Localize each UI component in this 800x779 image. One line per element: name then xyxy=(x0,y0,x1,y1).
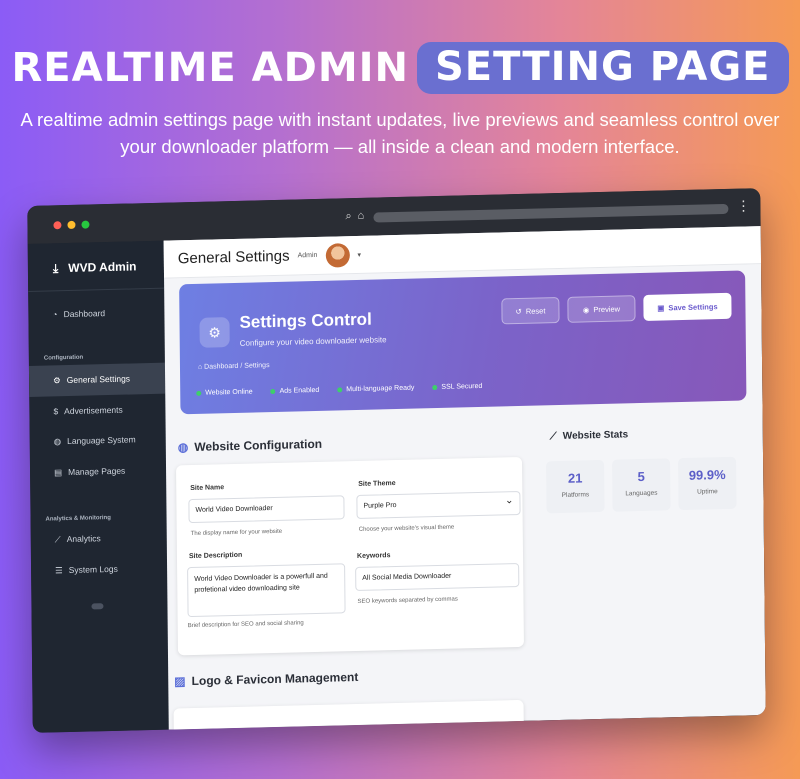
globe-icon: ◍ xyxy=(53,436,62,447)
status-badge: Multi-language Ready xyxy=(337,385,414,394)
website-configuration-card: Site Name World Video Downloader The dis… xyxy=(176,456,524,656)
reset-button[interactable]: ↺ Reset xyxy=(501,297,560,325)
stat-value: 99.9% xyxy=(688,466,726,483)
undo-icon: ↺ xyxy=(515,306,522,316)
site-name-input[interactable]: World Video Downloader xyxy=(188,495,345,524)
more-options-icon[interactable]: ⋮ xyxy=(736,197,750,214)
hero-title-highlight: SETTING PAGE xyxy=(417,42,789,94)
file-icon: ▤ xyxy=(54,467,63,478)
maximize-window-icon[interactable] xyxy=(81,220,90,229)
stat-label: Languages xyxy=(625,489,658,498)
sidebar-item-language-system[interactable]: ◍ Language System xyxy=(30,424,166,458)
section-title-website-configuration: ◍ Website Configuration xyxy=(177,436,323,455)
breadcrumb-settings: Settings xyxy=(244,362,270,370)
section-title-website-stats: ⟋ Website Stats xyxy=(549,429,629,443)
close-window-icon[interactable] xyxy=(53,221,62,230)
gears-icon: ⚙ xyxy=(53,375,61,386)
brand-name: WVD Admin xyxy=(68,259,137,276)
sidebar-item-system-logs[interactable]: ☰ System Logs xyxy=(31,553,167,587)
device-mockup: ⌕ ⌂ ⋮ ⤓ WVD Admin ◔ Dashboard Configurat… xyxy=(27,188,766,733)
sidebar-item-general-settings[interactable]: ⚙ General Settings xyxy=(28,362,166,397)
site-name-hint: The display name for your website xyxy=(190,528,283,538)
hero-title-plain: REALTIME ADMIN xyxy=(11,45,409,91)
settings-banner: ⚙ Settings Control Configure your video … xyxy=(179,270,747,415)
dollar-icon: $ xyxy=(53,406,59,417)
save-settings-button[interactable]: ▣ Save Settings xyxy=(643,292,732,321)
site-description-textarea[interactable]: World Video Downloader is a powerfull an… xyxy=(187,563,346,618)
keywords-input[interactable]: All Social Media Downloader xyxy=(355,563,520,592)
stat-value: 21 xyxy=(567,470,583,486)
site-theme-hint: Choose your website's visual theme xyxy=(358,524,455,533)
main-content: General Settings Admin ▾ ⚙ Settings Cont… xyxy=(163,226,766,733)
download-icon: ⤓ xyxy=(52,261,59,276)
sidebar-collapse-toggle[interactable] xyxy=(91,603,104,610)
status-badge: Ads Enabled xyxy=(270,387,319,395)
address-bar[interactable] xyxy=(373,203,729,223)
chart-line-icon: ⟋ xyxy=(549,431,557,443)
section-label-configuration: Configuration xyxy=(43,354,84,362)
section-title-logo-favicon: ▨ Logo & Favicon Management xyxy=(174,669,359,689)
user-label: Admin xyxy=(297,251,318,260)
avatar[interactable] xyxy=(325,242,350,268)
preview-button[interactable]: ◉ Preview xyxy=(567,295,636,323)
logo-favicon-card xyxy=(173,699,524,733)
breadcrumb-dashboard[interactable]: Dashboard xyxy=(204,363,238,371)
keywords-hint: SEO keywords separated by commas xyxy=(357,596,458,605)
site-theme-label: Site Theme xyxy=(358,480,396,488)
list-icon: ☰ xyxy=(55,565,63,576)
banner-title: Settings Control xyxy=(239,309,372,332)
sidebar-item-analytics[interactable]: ⟋ Analytics xyxy=(31,522,167,556)
hero: REALTIME ADMIN SETTING PAGE A realtime a… xyxy=(0,42,800,160)
status-badge: Website Online xyxy=(196,389,253,397)
eye-icon: ◉ xyxy=(582,304,590,314)
banner-subtitle: Configure your video downloader website xyxy=(239,335,387,348)
site-name-label: Site Name xyxy=(190,484,225,493)
sidebar-item-dashboard[interactable]: ◔ Dashboard xyxy=(28,297,164,330)
stat-label: Platforms xyxy=(561,491,590,499)
hero-subtitle: A realtime admin settings page with inst… xyxy=(20,109,780,157)
home-icon[interactable]: ⌂ xyxy=(358,210,365,223)
home-icon: ⌂ xyxy=(197,363,203,371)
hero-title: REALTIME ADMIN SETTING PAGE xyxy=(12,42,789,94)
image-icon: ▨ xyxy=(174,674,186,689)
keywords-label: Keywords xyxy=(356,552,391,560)
stat-value: 5 xyxy=(637,468,645,485)
stat-card-platforms: 21 Platforms xyxy=(546,459,605,514)
stat-card-languages: 5 Languages xyxy=(612,458,671,512)
sidebar: ⤓ WVD Admin ◔ Dashboard Configuration ⚙ … xyxy=(27,240,169,733)
chevron-down-icon[interactable]: ▾ xyxy=(357,250,361,258)
minimize-window-icon[interactable] xyxy=(67,220,76,230)
chart-line-icon: ⟋ xyxy=(54,534,61,545)
sidebar-brand[interactable]: ⤓ WVD Admin xyxy=(28,241,164,277)
globe-icon: ◍ xyxy=(177,440,189,455)
sidebar-item-advertisements[interactable]: $ Advertisements xyxy=(29,394,165,427)
stat-card-uptime: 99.9% Uptime xyxy=(678,456,737,511)
status-badge: SSL Secured xyxy=(432,383,482,391)
stat-label: Uptime xyxy=(697,488,718,496)
site-description-hint: Brief description for SEO and social sha… xyxy=(187,620,304,630)
save-icon: ▣ xyxy=(657,302,665,313)
breadcrumb: ⌂ Dashboard / Settings xyxy=(197,362,270,371)
dashboard-icon: ◔ xyxy=(52,309,58,320)
site-description-label: Site Description xyxy=(188,551,243,561)
search-icon[interactable]: ⌕ xyxy=(345,210,351,223)
status-badges: Website Online Ads Enabled Multi-languag… xyxy=(196,383,482,397)
page-title: General Settings xyxy=(177,247,290,268)
gears-icon: ⚙ xyxy=(199,317,230,348)
sidebar-item-manage-pages[interactable]: ▤ Manage Pages xyxy=(30,455,166,489)
site-theme-select[interactable]: Purple Pro xyxy=(356,490,521,519)
